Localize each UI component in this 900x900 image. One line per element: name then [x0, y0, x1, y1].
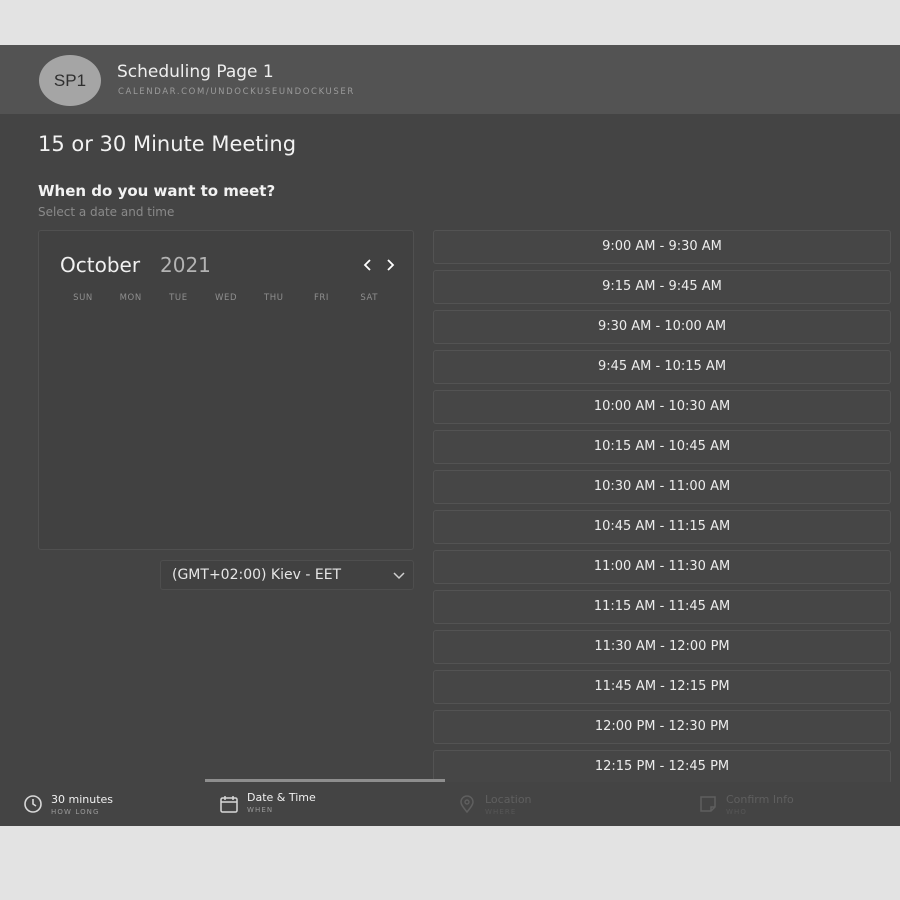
- step-label: Location: [485, 793, 532, 806]
- timezone-value: (GMT+02:00) Kiev - EET: [172, 567, 342, 583]
- time-slot-button[interactable]: 12:00 PM - 12:30 PM: [433, 710, 891, 744]
- time-slot-button[interactable]: 10:00 AM - 10:30 AM: [433, 390, 891, 424]
- date-question-hint: Select a date and time: [38, 205, 175, 219]
- step-sublabel: WHO: [726, 808, 747, 816]
- active-step-indicator: [205, 779, 445, 782]
- calendar: October 2021 SUN MON TUE WED THU FRI SAT: [38, 230, 414, 550]
- step-sublabel: HOW LONG: [51, 808, 100, 816]
- next-month-button[interactable]: [382, 255, 398, 275]
- step-label: Date & Time: [247, 791, 316, 804]
- calendar-month: October: [60, 253, 141, 277]
- step-sublabel: WHERE: [485, 808, 517, 816]
- date-question: When do you want to meet?: [38, 182, 276, 200]
- step-label: Confirm Info: [726, 793, 794, 806]
- weekday-label: TUE: [169, 293, 188, 303]
- chevron-left-icon: [363, 259, 371, 271]
- weekday-label: FRI: [313, 293, 330, 303]
- time-slot-button[interactable]: 9:00 AM - 9:30 AM: [433, 230, 891, 264]
- chevron-down-icon: [393, 572, 405, 580]
- weekday-label: MON: [119, 293, 142, 303]
- location-pin-icon: [460, 795, 474, 814]
- calendar-year: 2021: [160, 253, 211, 277]
- time-slot-button[interactable]: 9:45 AM - 10:15 AM: [433, 350, 891, 384]
- avatar: SP1: [39, 55, 101, 106]
- timezone-select[interactable]: (GMT+02:00) Kiev - EET: [160, 560, 414, 590]
- weekday-label: SUN: [73, 293, 93, 303]
- page-url: CALENDAR.COM/UNDOCKUSEUNDOCKUSER: [118, 87, 355, 97]
- weekday-header: SUN MON TUE WED THU FRI SAT: [39, 293, 415, 307]
- clock-icon: [24, 795, 42, 813]
- time-slot-button[interactable]: 10:30 AM - 11:00 AM: [433, 470, 891, 504]
- calendar-icon: [220, 796, 238, 813]
- time-slot-button[interactable]: 12:15 PM - 12:45 PM: [433, 750, 891, 784]
- step-sublabel: WHEN: [247, 806, 274, 814]
- time-slot-button[interactable]: 11:30 AM - 12:00 PM: [433, 630, 891, 664]
- time-slot-button[interactable]: 11:15 AM - 11:45 AM: [433, 590, 891, 624]
- time-slot-button[interactable]: 11:00 AM - 11:30 AM: [433, 550, 891, 584]
- prev-month-button[interactable]: [360, 255, 376, 275]
- page-title: Scheduling Page 1: [117, 62, 274, 82]
- note-icon: [700, 796, 716, 812]
- weekday-label: WED: [215, 293, 238, 303]
- time-slot-button[interactable]: 10:45 AM - 11:15 AM: [433, 510, 891, 544]
- chevron-right-icon: [387, 259, 395, 271]
- step-bar: 30 minutes HOW LONG Date & Time WHEN Loc…: [0, 779, 900, 826]
- page-header: SP1 Scheduling Page 1 CALENDAR.COM/UNDOC…: [0, 45, 900, 114]
- time-slot-button[interactable]: 10:15 AM - 10:45 AM: [433, 430, 891, 464]
- step-label: 30 minutes: [51, 793, 114, 806]
- time-slot-button[interactable]: 11:45 AM - 12:15 PM: [433, 670, 891, 704]
- scheduling-app: SP1 Scheduling Page 1 CALENDAR.COM/UNDOC…: [0, 45, 900, 826]
- weekday-label: SAT: [360, 293, 379, 303]
- weekday-label: THU: [263, 293, 284, 303]
- time-slot-button[interactable]: 9:15 AM - 9:45 AM: [433, 270, 891, 304]
- time-slot-button[interactable]: 9:30 AM - 10:00 AM: [433, 310, 891, 344]
- meeting-title: 15 or 30 Minute Meeting: [38, 132, 297, 156]
